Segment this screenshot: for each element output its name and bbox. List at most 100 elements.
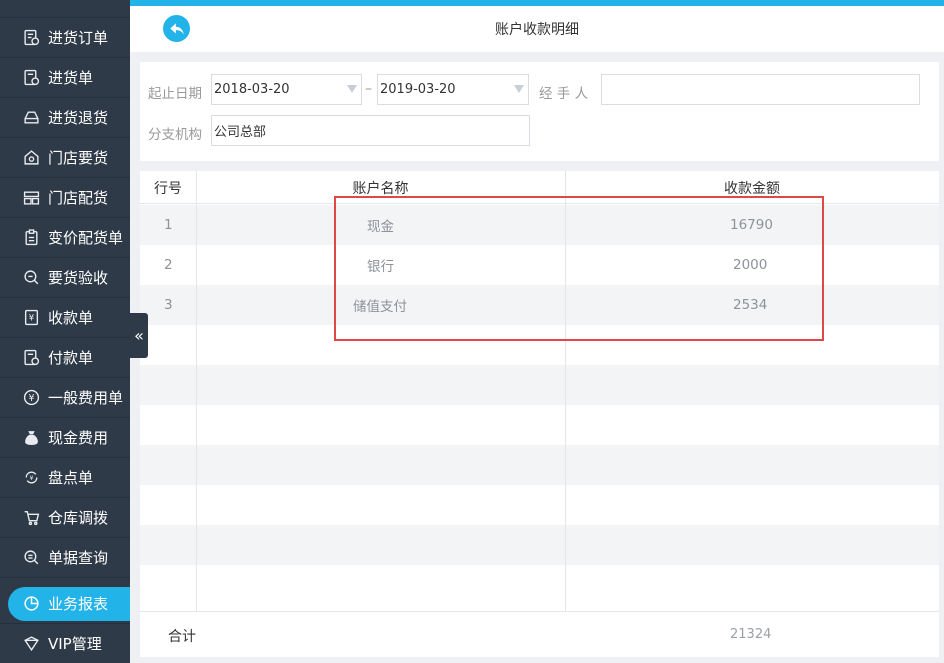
account-receipt-table: 行号 账户名称 收款金额 1 现金 16790 2 银行 2000 3 储值支付… — [140, 171, 939, 611]
sidebar-item-label: 付款单 — [48, 349, 94, 367]
money-bag-icon — [22, 429, 40, 447]
sidebar-item-label: 仓库调拨 — [48, 509, 109, 527]
total-value: 21324 — [730, 627, 772, 642]
empty-row — [140, 365, 939, 405]
sidebar-item-label: 进货订单 — [48, 29, 109, 47]
svg-text:¥: ¥ — [28, 314, 34, 324]
handler-input[interactable] — [601, 74, 920, 105]
dropdown-caret-icon — [347, 85, 357, 93]
row-no-cell: 1 — [164, 217, 173, 233]
sidebar-item-label: 盘点单 — [48, 469, 94, 487]
back-arrow-icon — [169, 22, 184, 35]
table-row[interactable]: 3 储值支付 2534 — [140, 285, 939, 325]
sidebar-item-label: 变价配货单 — [48, 229, 124, 247]
payment-icon — [22, 349, 40, 367]
sidebar-item-store-request[interactable]: 门店要货 — [0, 138, 130, 178]
account-name-cell: 银行 — [367, 259, 394, 275]
sidebar-item-label: 现金费用 — [48, 429, 109, 447]
table-header: 行号 账户名称 收款金额 — [140, 171, 939, 204]
sidebar-item-label: 进货单 — [48, 69, 94, 87]
table-footer-total: 合计 21324 — [140, 611, 939, 657]
price-change-icon — [22, 229, 40, 247]
row-no-cell: 3 — [164, 297, 173, 313]
sidebar: 进货订单 进货单 进货退货 门店要货 门店配货 变价配货单 要货验收 ¥ 收款单… — [0, 0, 130, 663]
sidebar-item-vip[interactable]: VIP管理 — [0, 624, 130, 663]
back-button[interactable] — [163, 15, 190, 42]
account-name-cell: 储值支付 — [353, 299, 407, 315]
sidebar-item-label: 单据查询 — [48, 549, 109, 567]
purchase-return-icon — [22, 109, 40, 127]
date-to-value: 2019-03-20 — [380, 82, 456, 97]
purchase-order-icon — [22, 29, 40, 47]
row-no-cell: 2 — [164, 257, 173, 273]
column-header-row-no: 行号 — [154, 180, 182, 197]
sidebar-item-store-distribution[interactable]: 门店配货 — [0, 178, 130, 218]
date-range-label: 起止日期 — [148, 86, 202, 102]
collapse-sidebar-button[interactable]: « — [130, 313, 148, 358]
sidebar-item-business-report[interactable]: 业务报表 — [0, 584, 130, 624]
empty-row — [140, 325, 939, 365]
inventory-icon: ¥ — [22, 469, 40, 487]
total-label: 合计 — [168, 629, 196, 645]
sidebar-item-price-change[interactable]: 变价配货单 — [0, 218, 130, 258]
amount-cell: 2000 — [733, 257, 768, 273]
date-range-separator: – — [365, 81, 372, 97]
amount-cell: 2534 — [733, 297, 768, 313]
filter-panel: 起止日期 2018-03-20 – 2019-03-20 经 手 人 分支机构 … — [140, 62, 939, 161]
store-request-icon — [22, 149, 40, 167]
sidebar-item-inventory[interactable]: ¥ 盘点单 — [0, 458, 130, 498]
pie-chart-icon — [22, 595, 40, 613]
date-from-select[interactable]: 2018-03-20 — [211, 74, 362, 105]
dropdown-caret-icon — [514, 85, 524, 93]
column-header-account-name: 账户名称 — [352, 180, 409, 197]
empty-row — [140, 485, 939, 525]
sidebar-item-payment[interactable]: 付款单 — [0, 338, 130, 378]
sidebar-item-label: 门店要货 — [48, 149, 109, 167]
column-divider — [196, 171, 197, 611]
table-row[interactable]: 2 银行 2000 — [140, 245, 939, 285]
account-name-cell: 现金 — [367, 219, 394, 235]
sidebar-item-label: VIP管理 — [48, 635, 102, 653]
sidebar-item-receipt[interactable]: ¥ 收款单 — [0, 298, 130, 338]
sidebar-item-purchase-receipt[interactable]: 进货单 — [0, 58, 130, 98]
svg-text:¥: ¥ — [29, 474, 33, 482]
sidebar-item-warehouse-transfer[interactable]: 仓库调拨 — [0, 498, 130, 538]
sidebar-item-label: 收款单 — [48, 309, 94, 327]
column-divider — [565, 171, 566, 611]
table-row[interactable]: 1 现金 16790 — [140, 205, 939, 245]
date-to-select[interactable]: 2019-03-20 — [377, 74, 529, 105]
sidebar-item-top-partial[interactable] — [0, 0, 130, 18]
date-from-value: 2018-03-20 — [214, 82, 290, 97]
page-title: 账户收款明细 — [495, 22, 579, 38]
svg-text:¥: ¥ — [28, 393, 34, 404]
double-chevron-left-icon: « — [134, 326, 144, 345]
sidebar-item-general-expense[interactable]: ¥ 一般费用单 — [0, 378, 130, 418]
sidebar-item-document-query[interactable]: 单据查询 — [0, 538, 130, 578]
sidebar-item-purchase-order[interactable]: 进货订单 — [0, 18, 130, 58]
header: 账户收款明细 — [130, 6, 944, 52]
amount-cell: 16790 — [730, 217, 773, 233]
branch-input[interactable]: 公司总部 — [211, 115, 530, 146]
receipt-icon: ¥ — [22, 309, 40, 327]
store-distribution-icon — [22, 189, 40, 207]
empty-row — [140, 445, 939, 485]
sidebar-item-label: 要货验收 — [48, 269, 109, 287]
handler-label: 经 手 人 — [539, 86, 589, 102]
branch-value: 公司总部 — [214, 125, 267, 140]
empty-row — [140, 525, 939, 565]
sidebar-item-label: 进货退货 — [48, 109, 109, 127]
acceptance-icon — [22, 269, 40, 287]
sidebar-item-cash-expense[interactable]: 现金费用 — [0, 418, 130, 458]
sidebar-item-label: 一般费用单 — [48, 389, 124, 407]
search-doc-icon — [22, 549, 40, 567]
branch-label: 分支机构 — [148, 127, 202, 143]
sidebar-item-purchase-return[interactable]: 进货退货 — [0, 98, 130, 138]
purchase-receipt-icon — [22, 69, 40, 87]
sidebar-item-label: 门店配货 — [48, 189, 109, 207]
empty-row — [140, 565, 939, 605]
yuan-icon: ¥ — [22, 389, 40, 407]
cart-icon — [22, 509, 40, 527]
empty-row — [140, 405, 939, 445]
sidebar-item-acceptance[interactable]: 要货验收 — [0, 258, 130, 298]
sidebar-item-label: 业务报表 — [48, 595, 109, 613]
